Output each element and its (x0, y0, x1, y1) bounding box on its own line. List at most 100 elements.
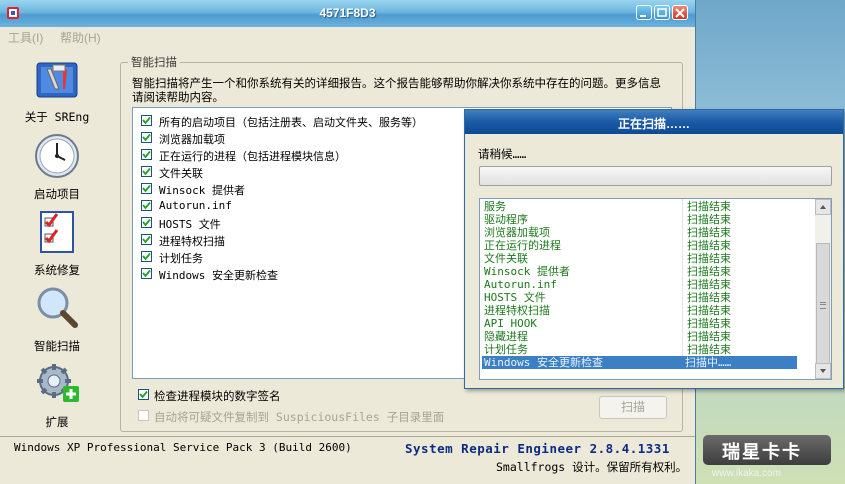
maximize-icon (657, 8, 667, 17)
os-info: Windows XP Professional Service Pack 3 (… (14, 441, 352, 454)
result-item: 驱动程序 (484, 213, 528, 226)
result-item: 隐藏进程 (484, 330, 528, 343)
check-icon (142, 133, 151, 142)
check-icon (142, 252, 151, 261)
scroll-thumb[interactable] (816, 243, 830, 365)
result-row[interactable]: 文件关联 扫描结束 (484, 252, 797, 265)
check-icon (142, 167, 151, 176)
option-label: Windows 安全更新检查 (159, 269, 278, 282)
minimize-icon (640, 15, 646, 17)
wait-label: 请稍候…… (478, 147, 527, 161)
checkbox[interactable] (141, 268, 152, 279)
check-icon (142, 201, 151, 210)
progress-bar (479, 166, 832, 186)
result-status: 扫描结束 (687, 226, 731, 239)
scan-description: 智能扫描将产生一个和你系统有关的详细报告。这个报告能够帮助你解决你系统中存在的问… (132, 76, 661, 104)
checkbox[interactable] (141, 132, 152, 143)
scan-progress-dialog: 正在扫描…… 请稍候…… 服务 扫描结束 驱动程序 扫描结束 浏览器加载项 扫描结束 … (464, 109, 844, 389)
result-row[interactable]: 正在运行的进程 扫描结束 (484, 239, 797, 252)
sidebar-item-label: 系统修复 (34, 263, 80, 277)
window-title: 4571F8D3 (319, 6, 376, 20)
result-row[interactable]: 驱动程序 扫描结束 (484, 213, 797, 226)
sidebar-item-smart-scan[interactable]: 智能扫描 (12, 284, 102, 354)
checkbox[interactable] (138, 389, 149, 400)
dialog-title-bar[interactable]: 正在扫描…… (465, 110, 843, 134)
checkbox[interactable] (141, 183, 152, 194)
result-row[interactable]: 隐藏进程 扫描结束 (484, 330, 797, 343)
result-row-selected[interactable]: Windows 安全更新检查 扫描中…… (482, 356, 797, 369)
results-scrollbar[interactable] (815, 199, 831, 379)
option-label: 正在运行的进程（包括进程模块信息） (159, 150, 346, 163)
result-row[interactable]: 进程特权扫描 扫描结束 (484, 304, 797, 317)
option-label: 计划任务 (159, 252, 203, 265)
result-status: 扫描结束 (687, 291, 731, 304)
result-status: 扫描结束 (687, 343, 731, 356)
sidebar-item-extensions[interactable]: 扩展 (12, 360, 102, 430)
result-row[interactable]: API HOOK 扫描结束 (484, 317, 797, 330)
grip-icon (820, 302, 826, 309)
menu-tools[interactable]: 工具(I) (8, 29, 43, 46)
menu-bar: 工具(I) 帮助(H) (0, 27, 695, 45)
result-status: 扫描结束 (687, 200, 731, 213)
maximize-button[interactable] (654, 5, 670, 20)
arrow-down-icon (820, 369, 826, 373)
result-item: 服务 (484, 200, 506, 213)
option-label: HOSTS 文件 (159, 218, 221, 231)
toolbox-icon (36, 62, 78, 98)
result-item: 进程特权扫描 (484, 304, 550, 317)
result-row[interactable]: 服务 扫描结束 (484, 200, 797, 213)
result-row[interactable]: HOSTS 文件 扫描结束 (484, 291, 797, 304)
close-button[interactable] (672, 5, 688, 20)
gear-plus-icon (37, 364, 79, 402)
title-bar[interactable]: 4571F8D3 (0, 0, 695, 28)
checkbox[interactable] (141, 200, 152, 211)
result-item: 正在运行的进程 (484, 239, 561, 252)
checkbox[interactable] (141, 149, 152, 160)
result-item: 浏览器加载项 (484, 226, 550, 239)
scroll-down-button[interactable] (815, 363, 831, 379)
status-divider (0, 436, 695, 437)
result-row[interactable]: 浏览器加载项 扫描结束 (484, 226, 797, 239)
result-status: 扫描结束 (687, 213, 731, 226)
menu-help[interactable]: 帮助(H) (60, 29, 101, 46)
clock-icon (35, 134, 79, 178)
result-row[interactable]: 计划任务 扫描结束 (484, 343, 797, 356)
sidebar-item-label: 启动项目 (34, 187, 80, 201)
check-icon (142, 235, 151, 244)
check-icon (142, 184, 151, 193)
result-item: HOSTS 文件 (484, 291, 546, 304)
option-label: Winsock 提供者 (159, 184, 245, 197)
checkbox[interactable] (138, 410, 149, 421)
result-row[interactable]: Winsock 提供者 扫描结束 (484, 265, 797, 278)
sidebar-item-repair[interactable]: 系统修复 (12, 208, 102, 278)
option-label: 浏览器加载项 (159, 133, 225, 146)
option-label: 检查进程模块的数字签名 (154, 389, 281, 403)
checkbox[interactable] (141, 217, 152, 228)
group-title: 智能扫描 (128, 54, 180, 70)
checkbox[interactable] (141, 234, 152, 245)
check-icon (142, 218, 151, 227)
checkbox[interactable] (141, 166, 152, 177)
result-status: 扫描结束 (687, 239, 731, 252)
result-item: 文件关联 (484, 252, 528, 265)
result-status: 扫描结束 (687, 304, 731, 317)
checkbox[interactable] (141, 115, 152, 126)
minimize-button[interactable] (636, 5, 652, 20)
result-status: 扫描中…… (685, 356, 732, 369)
result-row[interactable]: Autorun.inf 扫描结束 (484, 278, 797, 291)
check-icon (142, 150, 151, 159)
close-icon (675, 8, 685, 18)
option-label: 自动将可疑文件复制到 SuspiciousFiles 子目录里面 (154, 410, 445, 424)
check-icon (139, 390, 148, 399)
sidebar-item-label: 扩展 (45, 415, 69, 429)
sidebar-item-about[interactable]: 关于 SREng (12, 55, 102, 125)
scan-button[interactable]: 扫描 (599, 396, 667, 419)
checklist-icon (40, 211, 74, 253)
result-status: 扫描结束 (687, 265, 731, 278)
scan-results-list[interactable]: 服务 扫描结束 驱动程序 扫描结束 浏览器加载项 扫描结束 正在运行的进程 扫描结束 文… (479, 198, 832, 380)
arrow-up-icon (820, 205, 826, 209)
scroll-up-button[interactable] (815, 199, 831, 215)
checkbox[interactable] (141, 251, 152, 262)
sidebar-item-startup[interactable]: 启动项目 (12, 132, 102, 202)
option-label: 进程特权扫描 (159, 235, 225, 248)
